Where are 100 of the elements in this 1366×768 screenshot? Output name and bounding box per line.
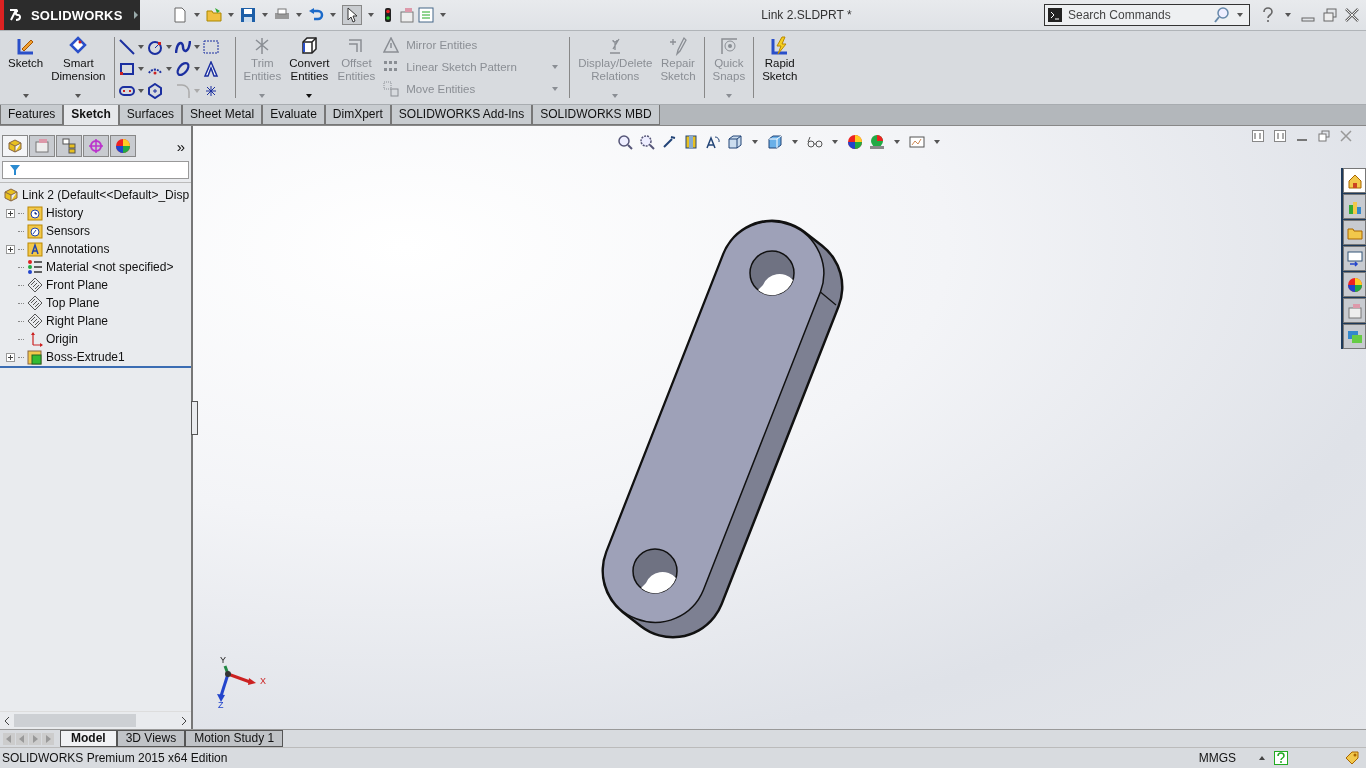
scrollbar-thumb[interactable] (14, 714, 136, 727)
ribbon-tab[interactable]: Evaluate (262, 105, 325, 125)
restore-icon[interactable] (1322, 7, 1338, 23)
caret-icon[interactable] (1285, 13, 1291, 17)
search-icon[interactable] (1214, 7, 1230, 23)
units-button[interactable]: MMGS (1198, 751, 1236, 765)
task-pane-tab[interactable] (1343, 272, 1366, 297)
ribbon-tab[interactable]: SOLIDWORKS MBD (532, 105, 660, 125)
caret-icon[interactable] (306, 94, 313, 98)
undo-icon[interactable] (308, 7, 324, 23)
tile-left-icon[interactable] (1252, 130, 1264, 142)
tree-item[interactable]: Sensors (46, 224, 91, 238)
tree-item[interactable]: Material <not specified> (46, 260, 174, 274)
task-pane-tab[interactable] (1343, 168, 1366, 193)
new-document-icon[interactable] (172, 7, 188, 23)
expand-icon[interactable] (6, 208, 15, 218)
appearance-icon[interactable] (847, 134, 863, 150)
slot-tool-icon[interactable] (118, 83, 135, 99)
z-axis-label: Z (218, 700, 224, 710)
zoom-to-fit-icon[interactable] (617, 134, 633, 150)
ribbon-command[interactable]: Smart Dimension (47, 34, 110, 104)
caret-icon[interactable] (1237, 13, 1243, 17)
task-pane-tab[interactable] (1343, 220, 1366, 245)
panel-collapse-handle[interactable] (191, 401, 198, 435)
ribbon-tab[interactable]: SOLIDWORKS Add-Ins (390, 105, 533, 125)
property-manager-tab[interactable] (29, 135, 55, 157)
view-tab[interactable]: 3D Views (116, 730, 186, 747)
tree-item[interactable]: Boss-Extrude1 (46, 350, 125, 364)
configuration-manager-tab[interactable] (56, 135, 82, 157)
select-button[interactable] (342, 5, 362, 25)
ribbon-tab[interactable]: Surfaces (118, 105, 183, 125)
cube-icon[interactable] (767, 134, 783, 150)
tree-item[interactable]: Link 2 (Default<<Default>_Disp (22, 188, 190, 202)
help-icon[interactable] (1260, 7, 1276, 23)
ribbon-command[interactable]: Sketch (4, 34, 48, 104)
caret-icon[interactable] (934, 140, 940, 144)
task-pane-tab[interactable] (1343, 324, 1366, 349)
line-tool-icon[interactable] (118, 39, 135, 55)
filter-field[interactable] (2, 161, 189, 179)
caret-up-icon[interactable] (1259, 756, 1265, 760)
caret-icon[interactable] (792, 140, 798, 144)
spline-tool-icon[interactable] (174, 39, 191, 55)
scene-icon[interactable] (869, 134, 885, 150)
task-pane-tab[interactable] (1343, 298, 1366, 323)
more-tabs-button[interactable]: » (176, 137, 185, 155)
caret-icon[interactable] (194, 13, 200, 17)
circle-tool-icon[interactable] (146, 39, 163, 55)
caret-icon[interactable] (296, 13, 302, 17)
ribbon-tab[interactable]: Features (0, 105, 64, 125)
previous-view-icon[interactable] (661, 134, 677, 150)
glasses-icon[interactable] (807, 134, 823, 150)
rectangle-tool-icon[interactable] (118, 61, 135, 77)
caret-icon[interactable] (228, 13, 234, 17)
caret-icon[interactable] (368, 13, 374, 17)
tree-item[interactable]: History (46, 206, 84, 220)
polygon-tool-icon[interactable] (146, 83, 163, 99)
zoom-area-icon[interactable] (639, 134, 655, 150)
text-tool-icon[interactable] (202, 61, 219, 77)
dynamic-annotation-icon[interactable] (705, 134, 721, 150)
material-icon (27, 259, 43, 275)
ellipse-tool-icon[interactable] (174, 61, 191, 77)
caret-icon[interactable] (752, 140, 758, 144)
expand-icon[interactable] (6, 352, 15, 362)
ribbon-tab[interactable]: Sheet Metal (182, 105, 263, 125)
view-tab[interactable]: Model (60, 730, 117, 747)
task-pane-tab[interactable] (1343, 194, 1366, 219)
ribbon-command[interactable]: Rapid Sketch (758, 34, 802, 104)
save-icon[interactable] (240, 7, 256, 23)
restore-icon[interactable] (1318, 130, 1330, 142)
ribbon-tab[interactable]: DimXpert (324, 105, 391, 125)
tree-item[interactable]: Annotations (46, 242, 110, 256)
tile-right-icon[interactable] (1274, 130, 1286, 142)
ribbon-command[interactable]: Convert Entities (285, 34, 334, 104)
caret-icon[interactable] (440, 13, 446, 17)
caret-icon[interactable] (330, 13, 336, 17)
dashed-rectangle-icon[interactable] (202, 39, 219, 55)
help-icon[interactable] (1274, 751, 1288, 765)
expand-icon[interactable] (6, 244, 15, 254)
close-icon[interactable] (1344, 7, 1360, 23)
view-tab[interactable]: Motion Study 1 (185, 730, 284, 747)
ribbon-tab[interactable]: Sketch (63, 105, 119, 125)
tree-item[interactable]: Origin (46, 332, 78, 346)
dimxpert-manager-tab[interactable] (83, 135, 109, 157)
section-view-icon[interactable] (683, 134, 699, 150)
feature-manager-tab[interactable] (2, 135, 28, 157)
caret-icon[interactable] (894, 140, 900, 144)
view-settings-icon[interactable] (909, 134, 925, 150)
tree-item[interactable]: Right Plane (46, 314, 109, 328)
view-orientation-icon[interactable] (727, 134, 743, 150)
caret-icon[interactable] (262, 13, 268, 17)
search-field[interactable]: Search Commands (1044, 4, 1250, 26)
hierarchy-icon (61, 138, 77, 154)
task-pane-tab[interactable] (1343, 246, 1366, 271)
tree-item[interactable]: Top Plane (46, 296, 100, 310)
rebuild-icon[interactable] (1344, 750, 1360, 766)
tree-item[interactable]: Front Plane (46, 278, 109, 292)
expand-arrow-icon[interactable] (131, 11, 140, 19)
display-manager-tab[interactable] (110, 135, 136, 157)
search-input[interactable]: Search Commands (1066, 7, 1210, 23)
caret-icon[interactable] (832, 140, 838, 144)
